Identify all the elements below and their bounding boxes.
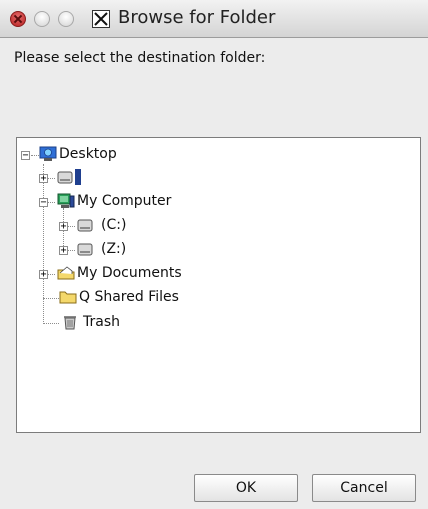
- folder-tree[interactable]: − Desktop + − My Computer + (C:) + (Z:) …: [16, 137, 421, 433]
- tree-item-my-documents[interactable]: My Documents: [77, 265, 182, 281]
- documents-folder-icon: [57, 265, 75, 281]
- minimize-window-button[interactable]: [34, 11, 50, 27]
- zoom-window-button[interactable]: [58, 11, 74, 27]
- computer-icon: [57, 193, 75, 209]
- expand-my-documents-toggle[interactable]: +: [39, 270, 48, 280]
- title-bar[interactable]: Browse for Folder: [0, 0, 428, 38]
- collapse-my-computer-toggle[interactable]: −: [39, 198, 48, 208]
- tree-connector-line: [43, 164, 44, 324]
- drive-icon: [77, 241, 95, 257]
- tree-item-trash[interactable]: Trash: [83, 314, 120, 330]
- expand-z-drive-toggle[interactable]: +: [59, 246, 68, 256]
- drive-icon: [57, 169, 75, 185]
- tree-item-z-drive[interactable]: (Z:): [101, 241, 126, 257]
- window-title: Browse for Folder: [118, 7, 276, 28]
- expand-drive-toggle[interactable]: +: [39, 174, 48, 184]
- tree-item-my-computer[interactable]: My Computer: [77, 193, 171, 209]
- folder-icon: [59, 289, 77, 305]
- expand-c-drive-toggle[interactable]: +: [59, 222, 68, 232]
- trash-icon: [61, 314, 79, 330]
- tree-connector-line: [43, 298, 59, 299]
- tree-item-c-drive[interactable]: (C:): [101, 217, 126, 233]
- tree-item-desktop[interactable]: Desktop: [59, 146, 117, 162]
- tree-item-q-shared-files[interactable]: Q Shared Files: [79, 289, 179, 305]
- desktop-icon: [39, 146, 57, 162]
- drive-icon: [77, 217, 95, 233]
- x11-app-icon: [92, 10, 110, 28]
- browse-folder-dialog: Browse for Folder Please select the dest…: [0, 0, 428, 509]
- collapse-desktop-toggle[interactable]: −: [21, 151, 30, 161]
- instruction-text: Please select the destination folder:: [14, 50, 266, 66]
- close-window-button[interactable]: [10, 11, 26, 27]
- tree-connector-line: [43, 323, 59, 324]
- cancel-button[interactable]: Cancel: [312, 474, 416, 502]
- ok-button[interactable]: OK: [194, 474, 298, 502]
- selected-item-highlight[interactable]: [75, 169, 81, 185]
